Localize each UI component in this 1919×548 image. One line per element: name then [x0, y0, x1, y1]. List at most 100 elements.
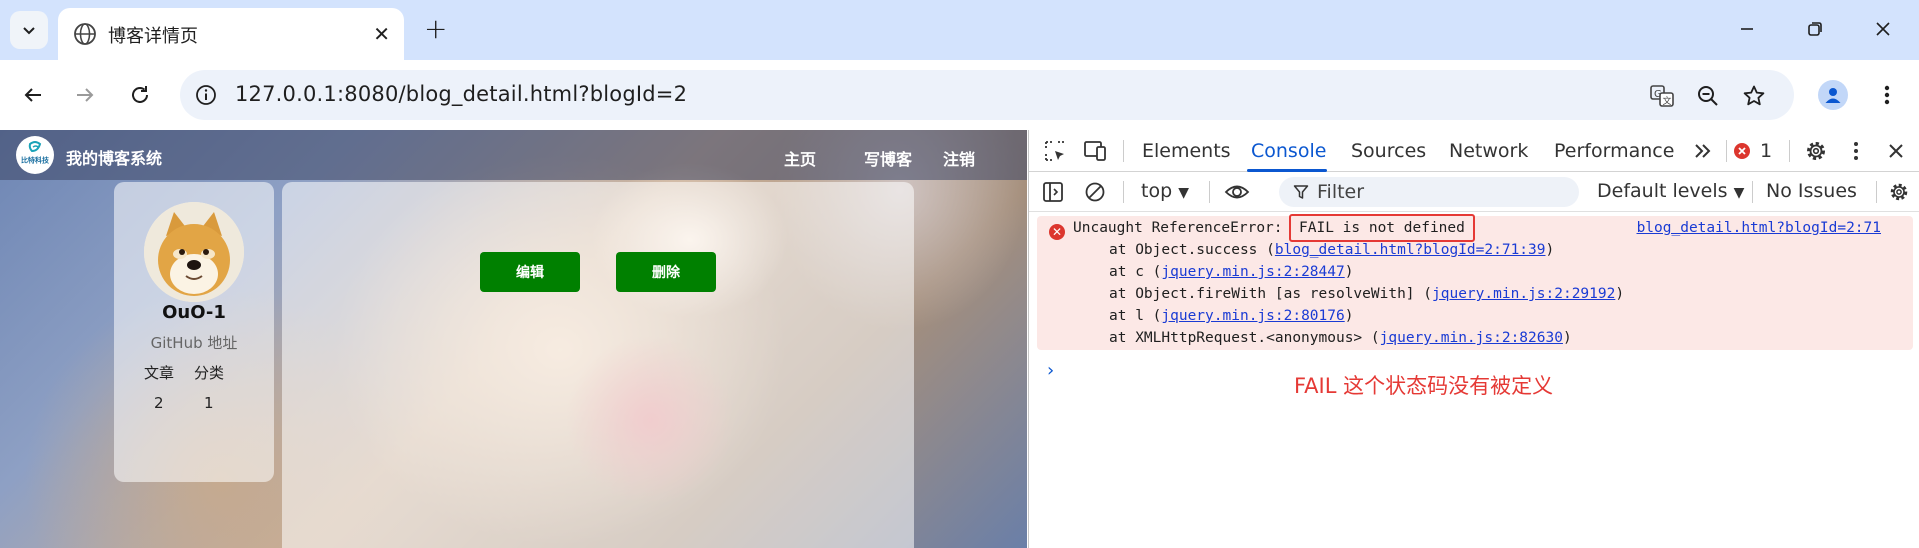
delete-button[interactable]: 删除: [616, 252, 716, 292]
tab-close-icon[interactable]: ✕: [373, 22, 390, 46]
browser-toolbar: 127.0.0.1:8080/blog_detail.html?blogId=2…: [0, 60, 1919, 130]
annotation-text: FAIL 这个状态码没有被定义: [1294, 374, 1554, 398]
bitech-logo-icon: 比特科技: [21, 141, 50, 165]
devtools-menu-button[interactable]: [1842, 137, 1870, 165]
new-tab-button[interactable]: +: [424, 12, 447, 45]
stack-frame-text: at Object.fireWith [as resolveWith] (: [1109, 286, 1433, 302]
error-icon: [1734, 143, 1750, 159]
stat-value-articles: 2: [154, 394, 164, 412]
stack-frame-link[interactable]: jquery.min.js:2:28447: [1161, 264, 1344, 280]
live-expression-button[interactable]: [1223, 178, 1251, 206]
address-bar[interactable]: 127.0.0.1:8080/blog_detail.html?blogId=2…: [180, 70, 1794, 120]
github-link[interactable]: GitHub 地址: [114, 332, 274, 353]
filter-icon: [1293, 185, 1309, 199]
tab-search-button[interactable]: [10, 11, 48, 49]
settings-button[interactable]: [1802, 137, 1830, 165]
stack-frame: at l (jquery.min.js:2:80176): [1109, 308, 1353, 324]
back-button[interactable]: [18, 80, 48, 110]
stack-frame-link[interactable]: jquery.min.js:2:80176: [1161, 308, 1344, 324]
divider: [1123, 140, 1124, 162]
edit-button[interactable]: 编辑: [480, 252, 580, 292]
close-window-button[interactable]: [1868, 14, 1898, 44]
stack-frame: at c (jquery.min.js:2:28447): [1109, 264, 1353, 280]
inspect-element-button[interactable]: [1041, 137, 1069, 165]
tab-performance[interactable]: Performance: [1554, 140, 1674, 162]
tab-sources[interactable]: Sources: [1351, 140, 1426, 162]
error-count-badge[interactable]: [1733, 137, 1751, 165]
divider: [1209, 181, 1210, 203]
divider: [1726, 140, 1727, 162]
more-tabs-button[interactable]: [1689, 137, 1717, 165]
restore-button[interactable]: [1800, 14, 1830, 44]
minimize-button[interactable]: [1732, 14, 1762, 44]
nav-link-write-blog[interactable]: 写博客: [864, 146, 912, 170]
devtools-tab-bar: Elements Console Sources Network Perform…: [1029, 130, 1919, 172]
error-count: 1: [1760, 140, 1773, 162]
device-icon: [1084, 141, 1106, 161]
stack-frame-link[interactable]: jquery.min.js:2:29192: [1432, 286, 1615, 302]
tab-title: 博客详情页: [108, 26, 198, 47]
arrow-left-icon: [24, 88, 41, 102]
forward-button[interactable]: [70, 80, 100, 110]
device-toolbar-button[interactable]: [1081, 137, 1109, 165]
stat-value-categories: 1: [204, 394, 214, 412]
tab-strip: 博客详情页 ✕ +: [0, 0, 1919, 60]
restore-icon: [1808, 22, 1822, 36]
stack-frame-link[interactable]: blog_detail.html?blogId=2:71:39: [1275, 242, 1546, 258]
browser-tab[interactable]: 博客详情页 ✕: [58, 8, 404, 60]
stat-label-categories: 分类: [194, 364, 225, 382]
info-icon[interactable]: [194, 83, 218, 107]
sidebar-toggle-button[interactable]: [1039, 178, 1067, 206]
bookmark-button[interactable]: [1740, 82, 1768, 110]
error-source-link-text[interactable]: blog_detail.html?blogId=2:71: [1637, 220, 1881, 236]
stack-frame: at XMLHttpRequest.<anonymous> (jquery.mi…: [1109, 330, 1572, 346]
log-levels-dropdown[interactable]: Default levels ▼: [1597, 180, 1744, 202]
console-error-message: ✕ Uncaught ReferenceError: FAIL is not d…: [1037, 214, 1913, 350]
site-navbar: 比特科技 我的博客系统 主页 写博客 注销: [0, 130, 1027, 180]
stack-frame-text: ): [1344, 308, 1354, 324]
context-selector[interactable]: top ▼: [1141, 180, 1189, 202]
devtools-panel: Elements Console Sources Network Perform…: [1028, 130, 1919, 548]
profile-name: OuO-1: [162, 302, 226, 323]
close-devtools-button[interactable]: [1882, 137, 1910, 165]
inspect-icon: [1045, 141, 1064, 161]
nav-link-logout[interactable]: 注销: [943, 146, 975, 170]
console-settings-button[interactable]: [1885, 178, 1913, 206]
arrow-right-icon: [77, 88, 94, 102]
stack-frame: at Object.fireWith [as resolveWith] (jqu…: [1109, 286, 1624, 302]
minimize-icon: [1741, 28, 1753, 30]
browser-menu-button[interactable]: [1872, 80, 1902, 110]
site-logo: 比特科技: [16, 136, 54, 174]
issues-counter[interactable]: No Issues: [1766, 180, 1857, 202]
stack-frame-text: at l (: [1109, 308, 1162, 324]
tab-elements[interactable]: Elements: [1142, 140, 1231, 162]
svg-text:文: 文: [1663, 95, 1672, 107]
tab-console[interactable]: Console: [1251, 140, 1326, 162]
stat-label-articles: 文章: [144, 364, 175, 382]
blog-content-area: 编辑 删除: [282, 182, 914, 548]
clear-console-button[interactable]: [1081, 178, 1109, 206]
error-prefix: Uncaught ReferenceError:: [1073, 220, 1283, 236]
tab-network[interactable]: Network: [1449, 140, 1528, 162]
stack-frame-text: ): [1615, 286, 1625, 302]
console-filter-input[interactable]: Filter: [1279, 177, 1579, 207]
stack-frame-text: ): [1344, 264, 1354, 280]
translate-button[interactable]: G文: [1648, 82, 1676, 110]
zoom-out-icon: [1698, 86, 1718, 106]
block-icon: [1085, 182, 1105, 202]
error-source-link[interactable]: blog_detail.html?blogId=2:71: [1637, 220, 1881, 236]
divider: [1789, 140, 1790, 162]
more-vertical-icon: [1884, 85, 1890, 105]
nav-link-home[interactable]: 主页: [784, 146, 816, 170]
divider: [1752, 181, 1753, 203]
divider: [1876, 181, 1877, 203]
svg-text:比特科技: 比特科技: [21, 156, 50, 165]
gear-icon: [1890, 183, 1908, 201]
star-icon: [1743, 85, 1765, 106]
reload-button[interactable]: [125, 80, 155, 110]
profile-button[interactable]: [1818, 80, 1848, 110]
doge-avatar-icon: [144, 202, 244, 302]
console-prompt-icon[interactable]: ›: [1045, 360, 1056, 381]
stack-frame-link[interactable]: jquery.min.js:2:82630: [1380, 330, 1563, 346]
zoom-button[interactable]: [1694, 82, 1722, 110]
